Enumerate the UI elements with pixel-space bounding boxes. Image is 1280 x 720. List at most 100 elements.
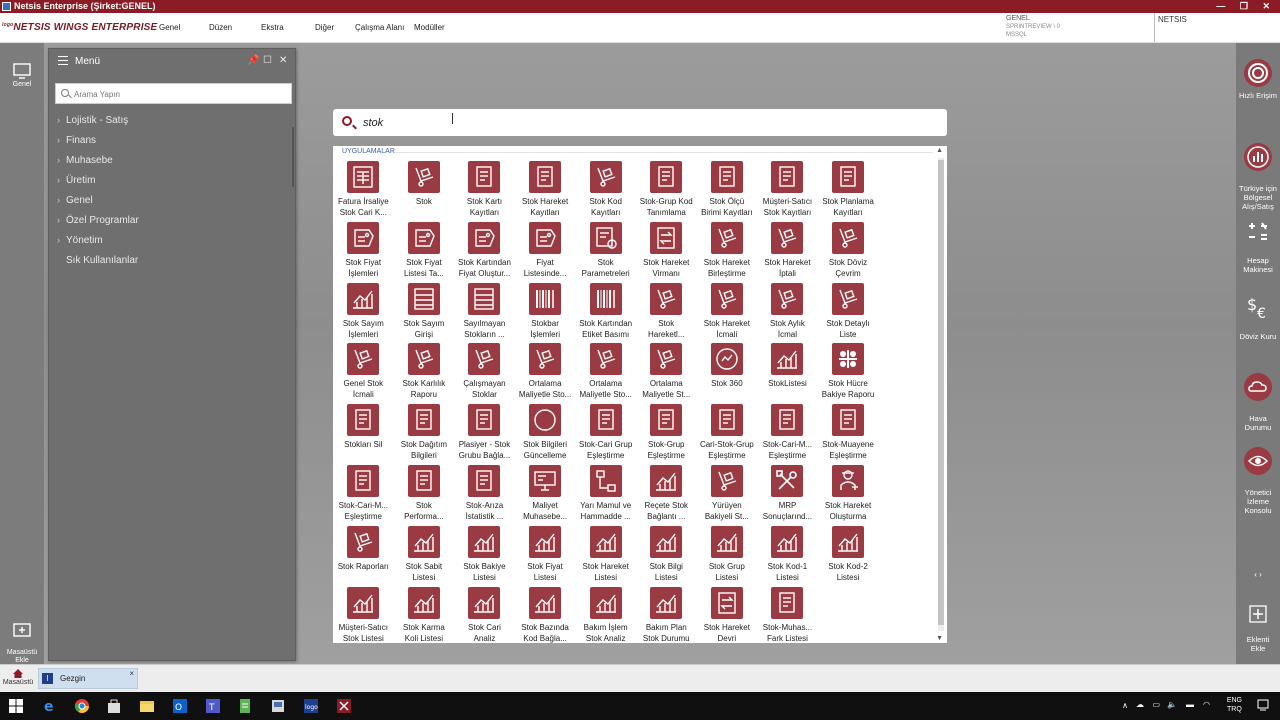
app-tile-stok-hareket-virmanı[interactable]: Stok Hareket Virmanı — [636, 221, 697, 282]
menu-duzen[interactable]: Düzen — [209, 23, 232, 32]
app-tile-stok-hareketl[interactable]: Stok Hareketl... — [636, 282, 697, 343]
app-tile-fiyat-listesinde[interactable]: Fiyat Listesinde... — [515, 221, 576, 282]
netsis-app-icon[interactable] — [271, 699, 285, 713]
app-tile-stok-hareket-birleştirme[interactable]: Stok Hareket Birleştirme — [697, 221, 758, 282]
app-tile-stok-kod-1-listesi[interactable]: Stok Kod-1 Listesi — [757, 525, 818, 586]
app-tile-stok-döviz-çevrim[interactable]: Stok Döviz Çevrim — [818, 221, 879, 282]
app-tile-stok-fiyat-listesi[interactable]: Stok Fiyat Listesi — [515, 525, 576, 586]
app-tile-stok-sayım-i-şlemleri[interactable]: Stok Sayım İşlemleri — [333, 282, 394, 343]
app-tile-stok-performa[interactable]: Stok Performa... — [394, 464, 455, 525]
app-tile-ortalama-maliyetle-sto[interactable]: Ortalama Maliyetle Sto... — [515, 342, 576, 403]
currency-button[interactable]: $ € Döviz Kuru — [1236, 285, 1280, 341]
tree-item-lojistik-satis[interactable]: › Lojistik - Satış — [57, 115, 128, 126]
app-tile-müşteri-satıcı-stok-listesi[interactable]: Müşteri-Satıcı Stok Listesi — [333, 586, 394, 647]
app-search-input[interactable] — [363, 114, 923, 131]
app-tile-stok-360[interactable]: Stok 360 — [697, 342, 758, 403]
app-tile-stok-kartından-etiket-basımı[interactable]: Stok Kartından Etiket Basımı — [575, 282, 636, 343]
add-plugin-button[interactable]: Eklenti Ekle — [1236, 596, 1280, 653]
tools-app-icon[interactable] — [337, 699, 351, 713]
tree-item-ozel-programlar[interactable]: › Özel Programlar — [57, 215, 139, 226]
tree-item-uretim[interactable]: › Üretim — [57, 175, 95, 186]
app-tile-stok-kartından-fiyat-oluştur[interactable]: Stok Kartından Fiyat Oluştur... — [454, 221, 515, 282]
app-tile-stok-arıza-i-statistik[interactable]: Stok-Arıza İstatistik ... — [454, 464, 515, 525]
genel-workspace-button[interactable]: Genel — [0, 63, 44, 88]
volume-icon[interactable]: 🔈 — [1167, 700, 1177, 709]
app-tile-maliyet-muhasebe[interactable]: Maliyet Muhasebe... — [515, 464, 576, 525]
app-tile-stok-karlılık-raporu[interactable]: Stok Karlılık Raporu — [394, 342, 455, 403]
manager-console-button[interactable]: Yönetici İzleme Konsolu — [1236, 437, 1280, 515]
hamburger-icon[interactable] — [58, 56, 68, 65]
menu-calisma-alani[interactable]: Çalışma Alanı — [355, 23, 404, 32]
menu-moduller[interactable]: Modüller — [414, 23, 445, 32]
app-tile-stok-hücre-bakiye-raporu[interactable]: Stok Hücre Bakiye Raporu — [818, 342, 879, 403]
outlook-icon[interactable]: O — [173, 699, 187, 713]
app-tile-sayılmayan-stokların[interactable]: Sayılmayan Stokların ... — [454, 282, 515, 343]
app-tile-bakım-i-şlem-stok-analiz[interactable]: Bakım İşlem Stok Analiz — [575, 586, 636, 647]
language-indicator[interactable]: ENG TRQ — [1227, 696, 1242, 714]
app-tile-stok-fiyat-i-şlemleri[interactable]: Stok Fiyat İşlemleri — [333, 221, 394, 282]
app-tile-stok-cari-m-eşleştirme[interactable]: Stok-Cari-M... Eşleştirme — [333, 464, 394, 525]
tree-item-finans[interactable]: › Finans — [57, 135, 96, 146]
app-tile-stok-cari-grup-eşleştirme[interactable]: Stok-Cari Grup Eşleştirme — [575, 403, 636, 464]
scroll-down-icon[interactable]: ▼ — [936, 635, 943, 642]
logo-app-icon[interactable]: logo — [304, 699, 318, 713]
tree-item-yonetim[interactable]: › Yönetim — [57, 235, 103, 246]
app-tile-stok-muayene-eşleştirme[interactable]: Stok-Muayene Eşleştirme — [818, 403, 879, 464]
app-tile-stok-karma-koli-listesi[interactable]: Stok Karma Koli Listesi — [394, 586, 455, 647]
chrome-icon[interactable] — [75, 699, 89, 713]
app-tile-stok-grup-eşleştirme[interactable]: Stok-Grup Eşleştirme — [636, 403, 697, 464]
app-tile-stokbar-i-şlemleri[interactable]: Stokbar İşlemleri — [515, 282, 576, 343]
app-tile-stok-hareket-listesi[interactable]: Stok Hareket Listesi — [575, 525, 636, 586]
notepad-icon[interactable] — [238, 699, 252, 713]
app-tile-cari-stok-grup-eşleştirme[interactable]: Cari-Stok-Grup Eşleştirme — [697, 403, 758, 464]
results-scrollbar-thumb[interactable] — [938, 160, 944, 625]
app-tile-fatura-i-rsaliye-stok-cari-k[interactable]: Fatura İrsaliye Stok Cari K... — [333, 160, 394, 221]
app-tile-müşteri-satıcı-stok-kayıtları[interactable]: Müşteri-Satıcı Stok Kayıtları — [757, 160, 818, 221]
battery-icon[interactable]: ▬ — [1186, 700, 1194, 709]
network-icon[interactable]: ▭ — [1152, 700, 1160, 709]
app-tile-yarı-mamul-ve-hammadde[interactable]: Yarı Mamul ve Hammadde ... — [575, 464, 636, 525]
app-tile-stok-detaylı-liste[interactable]: Stok Detaylı Liste — [818, 282, 879, 343]
app-tile-stok-ölçü-birimi-kayıtları[interactable]: Stok Ölçü Birimi Kayıtları — [697, 160, 758, 221]
app-tile-stok-dağıtım-bilgileri[interactable]: Stok Dağıtım Bilgileri — [394, 403, 455, 464]
app-tile-bakım-plan-stok-durumu[interactable]: Bakım Plan Stok Durumu — [636, 586, 697, 647]
app-tile-stok-hareket-i-cmali[interactable]: Stok Hareket İcmali — [697, 282, 758, 343]
maximize-icon[interactable]: ☐ — [263, 55, 272, 66]
app-tile-stok-raporları[interactable]: Stok Raporları — [333, 525, 394, 586]
app-tile-stok-hareket-devri[interactable]: Stok Hareket Devri — [697, 586, 758, 647]
pin-icon[interactable]: 📌 — [247, 55, 259, 66]
app-tile-stokları-sil[interactable]: Stokları Sil — [333, 403, 394, 464]
menu-diger[interactable]: Diğer — [315, 23, 334, 32]
app-tile-stok-kartı-kayıtları[interactable]: Stok Kartı Kayıtları — [454, 160, 515, 221]
teams-icon[interactable]: T — [206, 699, 220, 713]
app-tile-ortalama-maliyetle-st[interactable]: Ortalama Maliyetle St... — [636, 342, 697, 403]
app-tile-ortalama-maliyetle-sto[interactable]: Ortalama Maliyetle Sto... — [575, 342, 636, 403]
tree-item-genel[interactable]: › Genel — [57, 195, 93, 206]
calculator-button[interactable]: Hesap Makinesi — [1236, 211, 1280, 274]
windows-start-icon[interactable] — [9, 699, 23, 713]
app-tile-genel-stok-i-cmali[interactable]: Genel Stok İcmali — [333, 342, 394, 403]
close-tab-icon[interactable]: × — [129, 669, 134, 678]
app-tile-stok-hareket-oluşturma[interactable]: Stok Hareket Oluşturma — [818, 464, 879, 525]
app-tile-stok-parametreleri[interactable]: Stok Parametreleri — [575, 221, 636, 282]
menu-genel[interactable]: Genel — [159, 23, 180, 32]
tree-item-sik-kullanilanlar[interactable]: Sık Kullanılanlar — [57, 255, 138, 266]
app-tile-stok-grup-kod-tanımlama[interactable]: Stok-Grup Kod Tanımlama — [636, 160, 697, 221]
tab-gezgin[interactable]: I Gezgin × — [38, 668, 138, 689]
user-name[interactable]: NETSIS — [1154, 13, 1187, 42]
store-icon[interactable] — [107, 699, 121, 713]
app-tile-stok-sayım-girişi[interactable]: Stok Sayım Girişi — [394, 282, 455, 343]
app-tile-stok-fiyat-listesi-ta[interactable]: Stok Fiyat Listesi Ta... — [394, 221, 455, 282]
app-tile-stok-kod-kayıtları[interactable]: Stok Kod Kayıtları — [575, 160, 636, 221]
onedrive-icon[interactable]: ☁ — [1136, 700, 1144, 709]
app-tile-stok-planlama-kayıtları[interactable]: Stok Planlama Kayıtları — [818, 160, 879, 221]
app-tile-stok[interactable]: Stok — [394, 160, 455, 221]
app-tile-stok-bilgileri-güncelleme[interactable]: Stok Bilgileri Güncelleme — [515, 403, 576, 464]
scroll-up-icon[interactable]: ▲ — [936, 147, 943, 154]
desktop-button[interactable]: Masaüstü — [0, 667, 36, 686]
menu-scrollbar[interactable] — [292, 127, 294, 187]
app-tile-stok-bazında-kod-bağla[interactable]: Stok Bazında Kod Bağla... — [515, 586, 576, 647]
app-tile-stok-bilgi-listesi[interactable]: Stok Bilgi Listesi — [636, 525, 697, 586]
app-tile-stok-aylık-i-cmal[interactable]: Stok Aylık İcmal — [757, 282, 818, 343]
app-tile-stok-muhas-fark-listesi[interactable]: Stok-Muhas... Fark Listesi — [757, 586, 818, 647]
